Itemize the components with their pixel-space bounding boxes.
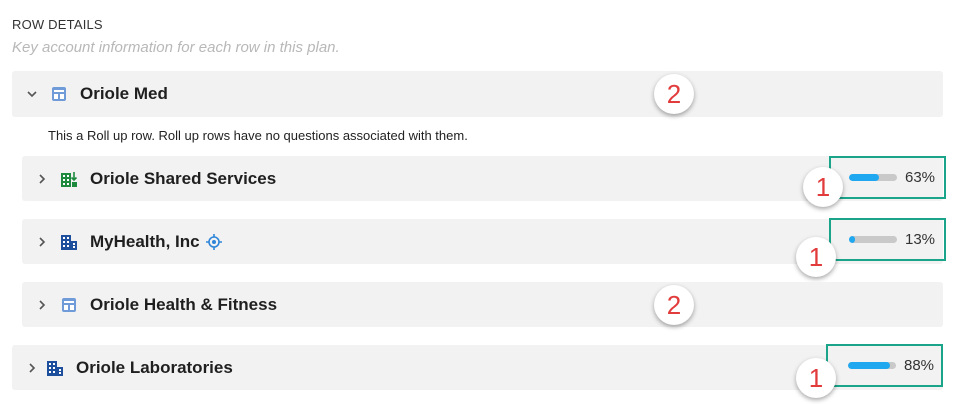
count-badge: 1 — [803, 167, 843, 207]
progress-indicator: 88% — [826, 344, 943, 387]
chevron-right-icon[interactable] — [34, 297, 50, 313]
progress-percent: 88% — [904, 357, 935, 374]
row-label: Oriole Health & Fitness — [90, 294, 278, 314]
count-badge: 2 — [654, 285, 694, 325]
chevron-right-icon[interactable] — [34, 171, 50, 187]
building-icon — [46, 359, 64, 377]
progress-indicator: 13% — [829, 218, 946, 261]
progress-fill — [849, 174, 880, 181]
chevron-down-icon[interactable] — [24, 86, 40, 102]
progress-indicator: 63% — [829, 156, 946, 199]
count-badge: 2 — [654, 74, 694, 114]
progress-percent: 63% — [905, 169, 936, 186]
progress-fill — [848, 362, 891, 369]
table-icon — [60, 296, 78, 314]
progress-fill — [849, 236, 856, 243]
count-badge: 1 — [796, 358, 836, 398]
row-label: Oriole Med — [80, 84, 168, 103]
row-oriole-med[interactable]: Oriole Med — [12, 71, 943, 117]
chevron-right-icon[interactable] — [34, 234, 50, 250]
row-label: Oriole Shared Services — [90, 168, 277, 188]
progress-bar — [848, 362, 896, 369]
progress-bar — [849, 174, 897, 181]
row-label: MyHealth, Inc — [90, 231, 200, 251]
section-title: ROW DETAILS — [12, 17, 103, 32]
section-subtitle: Key account information for each row in … — [12, 39, 340, 56]
building-download-icon — [60, 170, 78, 188]
row-label: Oriole Laboratories — [76, 357, 233, 377]
building-icon — [60, 233, 78, 251]
table-icon — [50, 85, 68, 103]
progress-percent: 13% — [905, 231, 936, 248]
row-oriole-health-fitness[interactable]: Oriole Health & Fitness — [22, 282, 943, 327]
count-badge: 1 — [796, 237, 836, 277]
chevron-right-icon[interactable] — [24, 360, 40, 376]
target-icon[interactable] — [205, 233, 222, 250]
progress-bar — [849, 236, 897, 243]
rollup-note: This a Roll up row. Roll up rows have no… — [48, 128, 468, 143]
